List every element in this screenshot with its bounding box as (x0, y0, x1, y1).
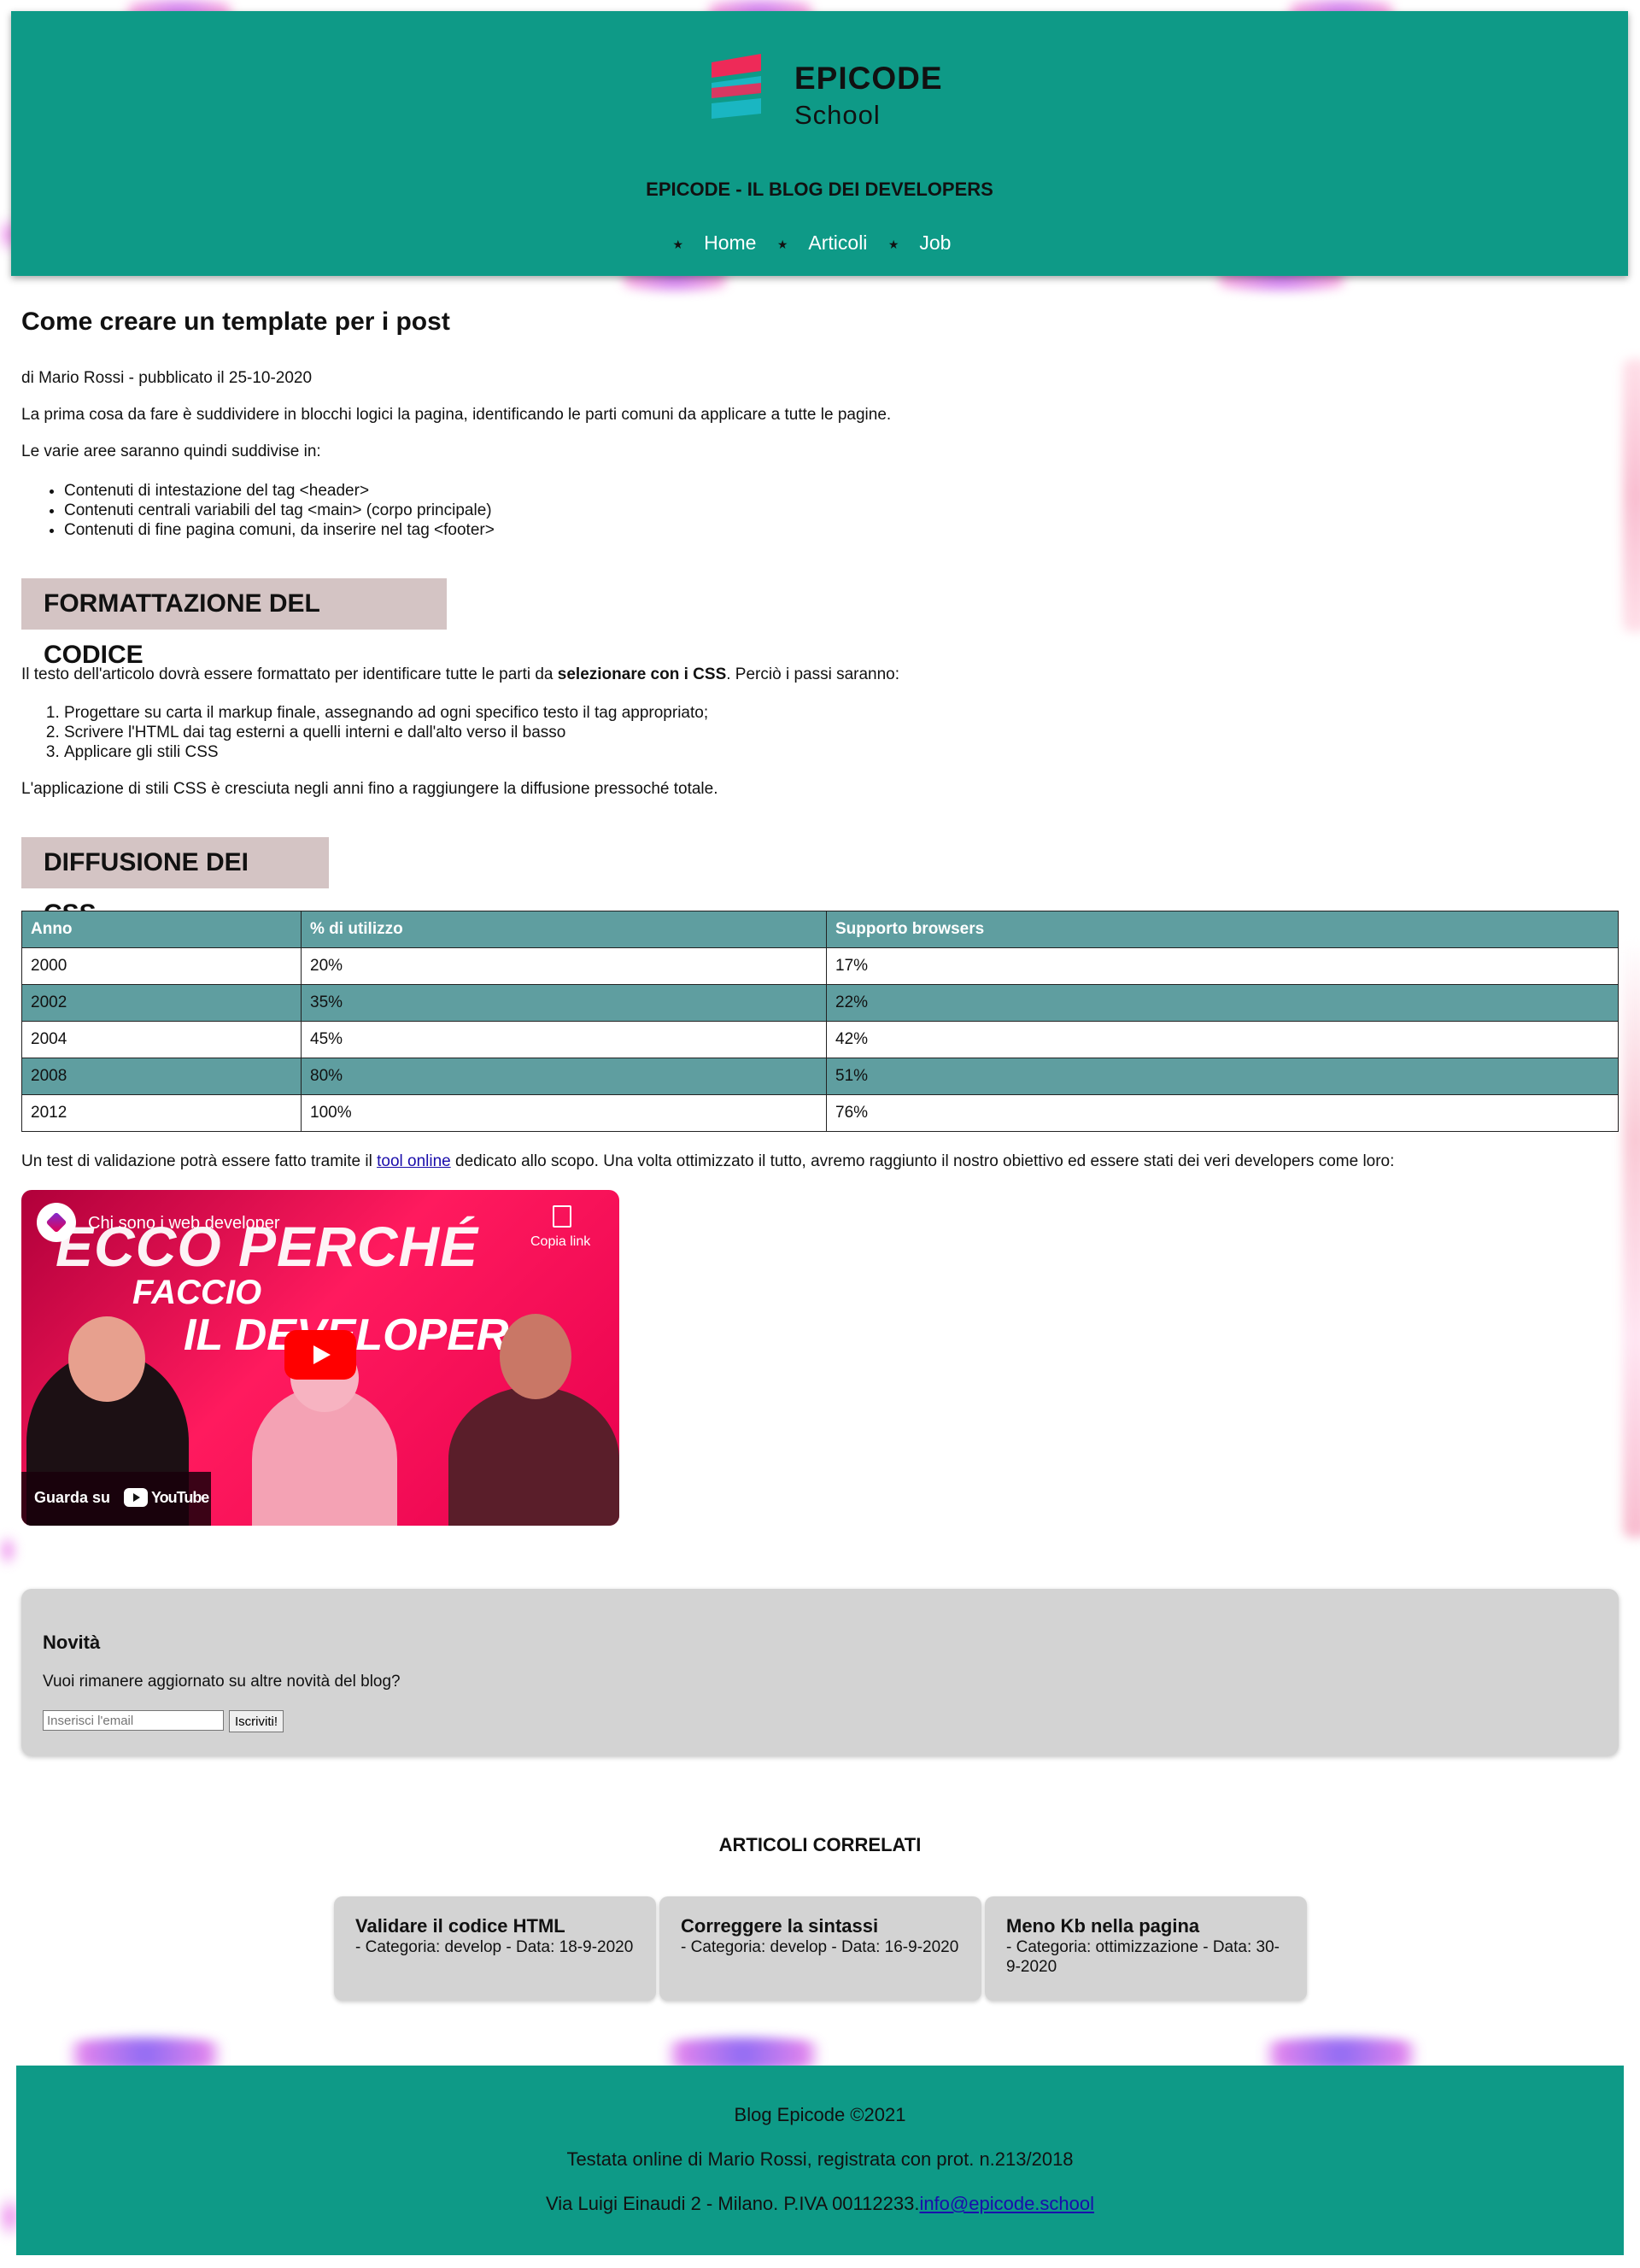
thumbnail-text: FACCIO (132, 1274, 262, 1311)
paint-splash (0, 1529, 15, 1572)
table-cell: 42% (826, 1021, 1619, 1058)
paint-splash (1623, 359, 1640, 632)
footer-registration: Testata online di Mario Rossi, registrat… (566, 2148, 1074, 2170)
channel-avatar[interactable] (37, 1203, 76, 1242)
list-item: Progettare su carta il markup finale, as… (64, 703, 708, 723)
table-cell: 35% (301, 984, 827, 1022)
column-header: Supporto browsers (826, 911, 1619, 948)
watch-on-label: Guarda su (34, 1489, 111, 1506)
nav-home[interactable]: Home (704, 231, 756, 254)
tool-online-link[interactable]: tool online (377, 1152, 451, 1170)
thumbnail-person (500, 1314, 571, 1399)
footer-copyright: Blog Epicode ©2021 (734, 2104, 906, 2125)
related-article-card[interactable]: Correggere la sintassi - Categoria: deve… (659, 1896, 981, 2001)
related-articles-title: ARTICOLI CORRELATI (718, 1834, 922, 1855)
post-title: Come creare un template per i post (21, 308, 450, 336)
table-row: 2012 100% 76% (21, 1094, 1619, 1132)
table-row: 2008 80% 51% (21, 1058, 1619, 1095)
table-cell: 20% (301, 947, 827, 985)
table-cell: 2008 (21, 1058, 302, 1095)
footer-email-link[interactable]: info@epicode.school (919, 2193, 1094, 2214)
play-button[interactable] (284, 1330, 356, 1380)
card-meta: - Categoria: develop - Data: 18-9-2020 (355, 1938, 634, 1956)
column-header: % di utilizzo (301, 911, 827, 948)
paragraph: Le varie aree saranno quindi suddivise i… (21, 442, 321, 460)
areas-list: Contenuti di intestazione del tag <heade… (21, 481, 495, 540)
star-icon: ★ (887, 237, 899, 251)
nav-job[interactable]: Job (919, 231, 951, 254)
table-cell: 2004 (21, 1021, 302, 1058)
paragraph: La prima cosa da fare è suddividere in b… (21, 406, 892, 424)
newsletter-title: Novità (43, 1632, 101, 1653)
article: Come creare un template per i post di Ma… (21, 308, 1619, 1526)
table-row: 2004 45% 42% (21, 1021, 1619, 1058)
card-meta: - Categoria: ottimizzazione - Data: 30-9… (1006, 1938, 1280, 1976)
section-heading: FORMATTAZIONE DEL CODICE (21, 578, 447, 669)
table-cell: 2000 (21, 947, 302, 985)
epicode-logo-icon (712, 54, 761, 119)
site-footer: Blog Epicode ©2021 Testata online di Mar… (16, 2066, 1624, 2255)
paragraph: Un test di validazione potrà essere fatt… (21, 1152, 1395, 1170)
table-cell: 2002 (21, 984, 302, 1022)
watch-on-youtube-button[interactable]: Guarda su YouTube (21, 1472, 211, 1526)
youtube-icon (124, 1488, 148, 1507)
email-input[interactable] (43, 1710, 224, 1731)
steps-list: Progettare su carta il markup finale, as… (21, 703, 708, 762)
list-item: Contenuti di fine pagina comuni, da inse… (64, 520, 495, 540)
card-meta: - Categoria: develop - Data: 16-9-2020 (681, 1938, 959, 1956)
site-header: EPICODE School EPICODE - IL BLOG DEI DEV… (11, 11, 1628, 276)
youtube-wordmark: YouTube (151, 1489, 209, 1506)
table-row: 2000 20% 17% (21, 947, 1619, 985)
table-header-row: Anno % di utilizzo Supporto browsers (21, 911, 1619, 948)
table-row: 2002 35% 22% (21, 984, 1619, 1022)
table-cell: 100% (301, 1094, 827, 1132)
related-article-card[interactable]: Validare il codice HTML - Categoria: dev… (334, 1896, 656, 2001)
nav-articoli[interactable]: Articoli (808, 231, 867, 254)
paint-splash (1623, 940, 1640, 1538)
column-header: Anno (21, 911, 302, 948)
list-item: Contenuti di intestazione del tag <heade… (64, 481, 495, 501)
copy-link-label[interactable]: Copia link (530, 1234, 590, 1250)
thumbnail-person (68, 1316, 145, 1402)
newsletter-text: Vuoi rimanere aggiornato su altre novità… (43, 1673, 401, 1691)
related-article-card[interactable]: Meno Kb nella pagina - Categoria: ottimi… (985, 1896, 1307, 2001)
main-nav: ★ Home ★ Articoli ★ Job (11, 231, 1628, 255)
table-cell: 17% (826, 947, 1619, 985)
css-diffusion-table: Anno % di utilizzo Supporto browsers 200… (21, 911, 1619, 1132)
logo-wordmark: EPICODE (794, 61, 943, 96)
card-title[interactable]: Meno Kb nella pagina (1006, 1915, 1286, 1937)
post-meta: di Mario Rossi - pubblicato il 25-10-202… (21, 369, 313, 387)
logo-subtitle: School (794, 100, 881, 130)
star-icon: ★ (672, 237, 684, 251)
thumbnail-person (448, 1386, 619, 1526)
card-title[interactable]: Validare il codice HTML (355, 1915, 635, 1937)
table-cell: 2012 (21, 1094, 302, 1132)
bold-text: selezionare con i CSS (557, 665, 727, 683)
newsletter-box: Novità Vuoi rimanere aggiornato su altre… (21, 1589, 1619, 1755)
subscribe-button[interactable]: Iscriviti! (229, 1710, 284, 1732)
card-title[interactable]: Correggere la sintassi (681, 1915, 960, 1937)
table-cell: 45% (301, 1021, 827, 1058)
copy-link-icon[interactable] (553, 1205, 571, 1228)
paragraph: Il testo dell'articolo dovrà essere form… (21, 665, 900, 683)
table-cell: 76% (826, 1094, 1619, 1132)
blog-title: EPICODE - IL BLOG DEI DEVELOPERS (646, 179, 993, 200)
list-item: Scrivere l'HTML dai tag esterni a quelli… (64, 723, 708, 742)
list-item: Applicare gli stili CSS (64, 742, 708, 762)
paragraph: L'applicazione di stili CSS è cresciuta … (21, 780, 718, 798)
list-item: Contenuti centrali variabili del tag <ma… (64, 501, 495, 520)
star-icon: ★ (776, 237, 788, 251)
table-cell: 80% (301, 1058, 827, 1095)
table-cell: 22% (826, 984, 1619, 1022)
youtube-video-embed[interactable]: ECCO PERCHÉ FACCIO IL DEVELOPER Chi sono… (21, 1190, 619, 1526)
section-heading: DIFFUSIONE DEI CSS (21, 837, 329, 928)
video-title[interactable]: Chi sono i web developer (88, 1214, 280, 1234)
table-cell: 51% (826, 1058, 1619, 1095)
footer-address: Via Luigi Einaudi 2 - Milano. P.IVA 0011… (545, 2193, 1095, 2214)
